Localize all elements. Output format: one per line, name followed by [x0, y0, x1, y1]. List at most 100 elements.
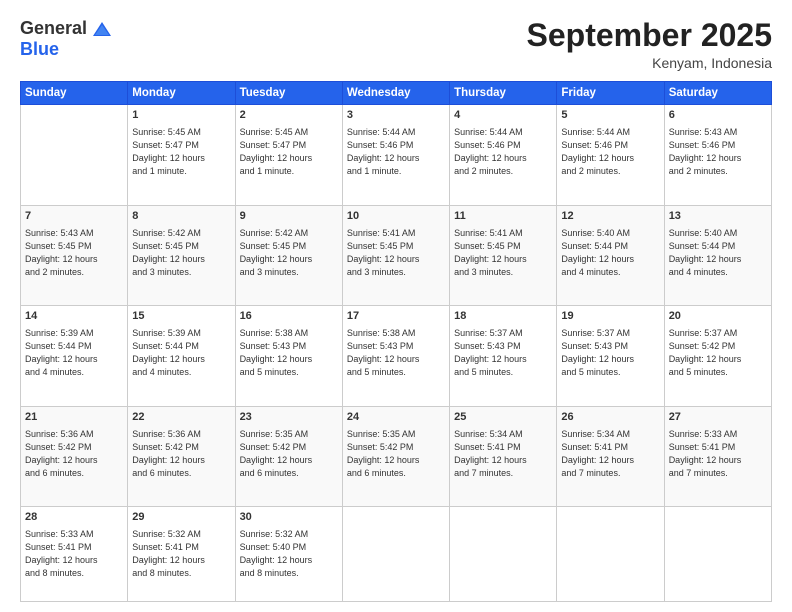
table-row: 18Sunrise: 5:37 AM Sunset: 5:43 PM Dayli… — [450, 306, 557, 407]
day-info: Sunrise: 5:43 AM Sunset: 5:46 PM Dayligh… — [669, 126, 767, 178]
day-number: 14 — [25, 309, 123, 325]
day-info: Sunrise: 5:41 AM Sunset: 5:45 PM Dayligh… — [454, 227, 552, 279]
day-info: Sunrise: 5:38 AM Sunset: 5:43 PM Dayligh… — [347, 327, 445, 379]
table-row: 24 Sunrise: 5:35 AM Sunset: 5:42 PM Dayli… — [342, 406, 449, 507]
day-info: Sunrise: 5:40 AM Sunset: 5:44 PM Dayligh… — [669, 227, 767, 279]
day-number: 17 — [347, 309, 445, 325]
logo: General Blue — [20, 18, 113, 60]
day-info: Sunrise: 5:35 AM Sunset: 5:42 PM Dayligh… — [347, 428, 445, 480]
col-sunday: Sunday — [21, 82, 128, 105]
table-row: 19 Sunrise: 5:37 AM Sunset: 5:43 PM Dayli… — [557, 306, 664, 407]
table-row: 12 Sunrise: 5:40 AM Sunset: 5:44 PM Dayli… — [557, 205, 664, 306]
logo-icon — [91, 20, 113, 38]
day-info: Sunrise: 5:39 AM Sunset: 5:44 PM Dayligh… — [25, 327, 123, 379]
day-info: Sunrise: 5:36 AM Sunset: 5:42 PM Dayligh… — [132, 428, 230, 480]
day-number: 24 — [347, 410, 445, 426]
logo-general-text: General — [20, 18, 87, 39]
day-number: 10 — [347, 209, 445, 225]
day-number: 15 — [132, 309, 230, 325]
table-row: 3 Sunrise: 5:44 AM Sunset: 5:46 PM Daylig… — [342, 105, 449, 206]
day-number: 2 — [240, 108, 338, 124]
day-number: 9 — [240, 209, 338, 225]
day-info: Sunrise: 5:43 AM Sunset: 5:45 PM Dayligh… — [25, 227, 123, 279]
day-number: 18 — [454, 309, 552, 325]
table-row: 2 Sunrise: 5:45 AM Sunset: 5:47 PM Daylig… — [235, 105, 342, 206]
logo-blue-text: Blue — [20, 39, 59, 60]
day-info: Sunrise: 5:37 AM Sunset: 5:42 PM Dayligh… — [669, 327, 767, 379]
calendar-table: Sunday Monday Tuesday Wednesday Thursday… — [20, 81, 772, 602]
day-number: 19 — [561, 309, 659, 325]
table-row: 14 Sunrise: 5:39 AM Sunset: 5:44 PM Dayli… — [21, 306, 128, 407]
day-number: 20 — [669, 309, 767, 325]
table-row: 1Sunrise: 5:45 AM Sunset: 5:47 PM Daylig… — [128, 105, 235, 206]
table-row — [557, 507, 664, 602]
col-thursday: Thursday — [450, 82, 557, 105]
table-row: 28Sunrise: 5:33 AM Sunset: 5:41 PM Dayli… — [21, 507, 128, 602]
table-row: 21Sunrise: 5:36 AM Sunset: 5:42 PM Dayli… — [21, 406, 128, 507]
day-info: Sunrise: 5:36 AM Sunset: 5:42 PM Dayligh… — [25, 428, 123, 480]
col-friday: Friday — [557, 82, 664, 105]
day-info: Sunrise: 5:33 AM Sunset: 5:41 PM Dayligh… — [669, 428, 767, 480]
day-number: 30 — [240, 510, 338, 526]
table-row: 13 Sunrise: 5:40 AM Sunset: 5:44 PM Dayli… — [664, 205, 771, 306]
table-row: 27 Sunrise: 5:33 AM Sunset: 5:41 PM Dayli… — [664, 406, 771, 507]
table-row: 9 Sunrise: 5:42 AM Sunset: 5:45 PM Daylig… — [235, 205, 342, 306]
day-info: Sunrise: 5:45 AM Sunset: 5:47 PM Dayligh… — [240, 126, 338, 178]
day-number: 27 — [669, 410, 767, 426]
table-row — [450, 507, 557, 602]
day-number: 26 — [561, 410, 659, 426]
col-wednesday: Wednesday — [342, 82, 449, 105]
day-info: Sunrise: 5:34 AM Sunset: 5:41 PM Dayligh… — [561, 428, 659, 480]
header: General Blue September 2025 Kenyam, Indo… — [20, 18, 772, 71]
table-row: 4Sunrise: 5:44 AM Sunset: 5:46 PM Daylig… — [450, 105, 557, 206]
day-info: Sunrise: 5:37 AM Sunset: 5:43 PM Dayligh… — [561, 327, 659, 379]
table-row: 26 Sunrise: 5:34 AM Sunset: 5:41 PM Dayli… — [557, 406, 664, 507]
day-info: Sunrise: 5:45 AM Sunset: 5:47 PM Dayligh… — [132, 126, 230, 178]
table-row: 15 Sunrise: 5:39 AM Sunset: 5:44 PM Dayli… — [128, 306, 235, 407]
day-number: 3 — [347, 108, 445, 124]
day-number: 7 — [25, 209, 123, 225]
day-number: 8 — [132, 209, 230, 225]
day-info: Sunrise: 5:40 AM Sunset: 5:44 PM Dayligh… — [561, 227, 659, 279]
col-tuesday: Tuesday — [235, 82, 342, 105]
day-number: 6 — [669, 108, 767, 124]
calendar-week-row: 14 Sunrise: 5:39 AM Sunset: 5:44 PM Dayli… — [21, 306, 772, 407]
day-info: Sunrise: 5:38 AM Sunset: 5:43 PM Dayligh… — [240, 327, 338, 379]
calendar-week-row: 1Sunrise: 5:45 AM Sunset: 5:47 PM Daylig… — [21, 105, 772, 206]
table-row: 22 Sunrise: 5:36 AM Sunset: 5:42 PM Dayli… — [128, 406, 235, 507]
day-number: 12 — [561, 209, 659, 225]
table-row: 29Sunrise: 5:32 AM Sunset: 5:41 PM Dayli… — [128, 507, 235, 602]
day-number: 4 — [454, 108, 552, 124]
table-row: 8 Sunrise: 5:42 AM Sunset: 5:45 PM Daylig… — [128, 205, 235, 306]
table-row: 17 Sunrise: 5:38 AM Sunset: 5:43 PM Dayli… — [342, 306, 449, 407]
day-number: 29 — [132, 510, 230, 526]
day-number: 22 — [132, 410, 230, 426]
day-info: Sunrise: 5:44 AM Sunset: 5:46 PM Dayligh… — [347, 126, 445, 178]
table-row: 11Sunrise: 5:41 AM Sunset: 5:45 PM Dayli… — [450, 205, 557, 306]
table-row: 16Sunrise: 5:38 AM Sunset: 5:43 PM Dayli… — [235, 306, 342, 407]
table-row: 25 Sunrise: 5:34 AM Sunset: 5:41 PM Dayli… — [450, 406, 557, 507]
day-number: 5 — [561, 108, 659, 124]
calendar-week-row: 21Sunrise: 5:36 AM Sunset: 5:42 PM Dayli… — [21, 406, 772, 507]
day-info: Sunrise: 5:42 AM Sunset: 5:45 PM Dayligh… — [132, 227, 230, 279]
table-row: 7 Sunrise: 5:43 AM Sunset: 5:45 PM Daylig… — [21, 205, 128, 306]
col-monday: Monday — [128, 82, 235, 105]
day-info: Sunrise: 5:42 AM Sunset: 5:45 PM Dayligh… — [240, 227, 338, 279]
day-info: Sunrise: 5:39 AM Sunset: 5:44 PM Dayligh… — [132, 327, 230, 379]
title-block: September 2025 Kenyam, Indonesia — [527, 18, 772, 71]
month-title: September 2025 — [527, 18, 772, 53]
location: Kenyam, Indonesia — [527, 55, 772, 71]
day-number: 13 — [669, 209, 767, 225]
day-number: 25 — [454, 410, 552, 426]
day-info: Sunrise: 5:32 AM Sunset: 5:40 PM Dayligh… — [240, 528, 338, 580]
calendar-week-row: 28Sunrise: 5:33 AM Sunset: 5:41 PM Dayli… — [21, 507, 772, 602]
table-row — [664, 507, 771, 602]
day-info: Sunrise: 5:41 AM Sunset: 5:45 PM Dayligh… — [347, 227, 445, 279]
day-info: Sunrise: 5:34 AM Sunset: 5:41 PM Dayligh… — [454, 428, 552, 480]
day-number: 28 — [25, 510, 123, 526]
table-row: 5Sunrise: 5:44 AM Sunset: 5:46 PM Daylig… — [557, 105, 664, 206]
table-row: 6 Sunrise: 5:43 AM Sunset: 5:46 PM Daylig… — [664, 105, 771, 206]
table-row — [21, 105, 128, 206]
col-saturday: Saturday — [664, 82, 771, 105]
page: General Blue September 2025 Kenyam, Indo… — [0, 0, 792, 612]
